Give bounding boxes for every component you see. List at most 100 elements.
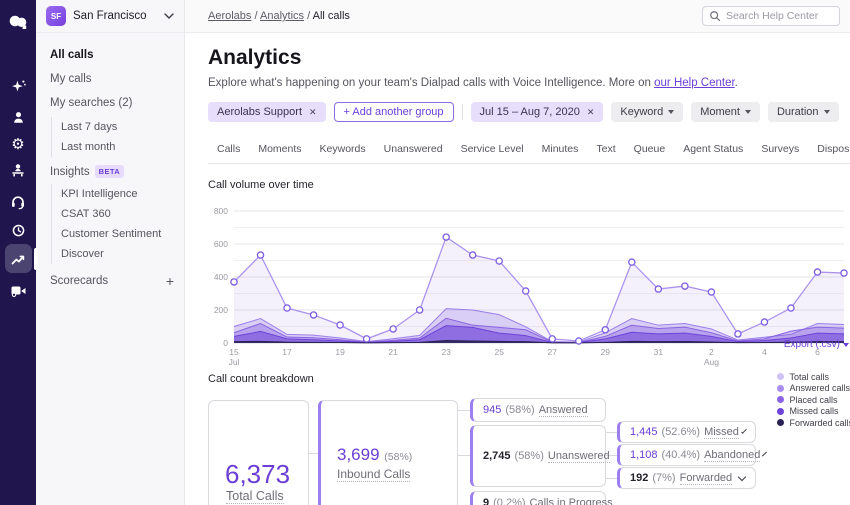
inbound-calls-label[interactable]: Inbound Calls	[337, 467, 411, 482]
forwarded-value: 192	[630, 472, 649, 484]
dialpad-logo-icon[interactable]	[0, 9, 36, 35]
search-icon	[710, 11, 721, 22]
sidebar-item-discover[interactable]: Discover	[61, 244, 174, 264]
inbound-calls-box: 3,699 (58%) Inbound Calls	[318, 400, 458, 505]
call-volume-chart: 0 200 400 600 800 15 Jul 17 19 21 23 25 27 29 31 2 Aug 4 6…	[208, 195, 850, 367]
tab-moments[interactable]: Moments	[249, 136, 310, 163]
sidebar-item-last-7-days[interactable]: Last 7 days	[61, 117, 174, 137]
forwarded-dropdown[interactable]: 192 (7%) Forwarded	[617, 467, 756, 489]
search-placeholder: Search Help Center	[726, 10, 819, 22]
unanswered-value: 2,745	[483, 450, 511, 462]
chevron-down-icon	[744, 110, 751, 114]
svg-text:17: 17	[282, 347, 292, 357]
sidebar-item-my-searches[interactable]: My searches (2)	[50, 91, 174, 115]
breakdown-title: Call count breakdown	[208, 373, 314, 385]
tab-agent-status[interactable]: Agent Status	[674, 136, 752, 163]
support-headset-icon[interactable]	[0, 189, 36, 215]
ai-sparkle-icon[interactable]	[0, 73, 36, 99]
analytics-trend-icon[interactable]	[0, 244, 38, 273]
tab-surveys[interactable]: Surveys	[752, 136, 808, 163]
tab-queue[interactable]: Queue	[625, 136, 675, 163]
svg-text:27: 27	[548, 347, 558, 357]
duration-filter-dropdown[interactable]: Duration	[767, 102, 839, 122]
unanswered-label[interactable]: Unanswered	[547, 450, 610, 463]
chevron-down-icon	[843, 342, 849, 347]
tab-calls[interactable]: Calls	[208, 136, 249, 163]
inbound-calls-value: 3,699	[337, 445, 380, 464]
beta-badge: BETA	[94, 165, 125, 178]
svg-text:0: 0	[223, 338, 228, 348]
filter-divider	[461, 104, 463, 120]
keyword-filter-dropdown[interactable]: Keyword	[611, 102, 684, 122]
meetings-video-icon[interactable]	[0, 278, 36, 304]
answered-box: 945 (58%) Answered	[470, 398, 606, 422]
svg-text:400: 400	[214, 272, 228, 282]
total-calls-value: 6,373	[225, 459, 291, 489]
answered-value: 945	[483, 404, 502, 416]
tab-text[interactable]: Text	[587, 136, 624, 163]
sidebar-item-insights[interactable]: Insights	[50, 166, 90, 178]
tab-unanswered[interactable]: Unanswered	[375, 136, 452, 163]
workspace-selector[interactable]: SF San Francisco	[36, 0, 184, 33]
export-csv-link[interactable]: Export (.csv)	[784, 339, 849, 350]
group-filter-chip[interactable]: Aerolabs Support ✕	[208, 102, 326, 122]
missed-dropdown[interactable]: 1,445 (52.6%) Missed	[617, 421, 756, 443]
progress-label[interactable]: Calls in Progress	[530, 497, 613, 505]
moment-filter-dropdown[interactable]: Moment	[691, 102, 760, 122]
svg-text:600: 600	[214, 239, 228, 249]
calls-in-progress-box: 9 (0.2%) Calls in Progress	[470, 491, 613, 505]
remove-group-filter-icon[interactable]: ✕	[309, 107, 317, 118]
legend-item: Total calls	[777, 371, 850, 383]
coaching-icon[interactable]	[0, 157, 36, 183]
svg-text:25: 25	[494, 347, 504, 357]
funnel-connector	[458, 455, 470, 456]
add-group-button[interactable]: + Add another group	[333, 102, 454, 122]
contacts-icon[interactable]	[0, 104, 36, 130]
chevron-down-icon	[164, 13, 174, 19]
breadcrumb-link-analytics[interactable]: Analytics	[260, 10, 304, 22]
chart-title: Call volume over time	[208, 179, 314, 191]
chevron-down-icon	[668, 110, 675, 114]
date-range-chip[interactable]: Jul 15 – Aug 7, 2020 ✕	[470, 102, 604, 122]
help-search-input[interactable]: Search Help Center	[702, 6, 840, 26]
abandoned-dropdown[interactable]: 1,108 (40.4%) Abandoned	[617, 444, 768, 466]
history-clock-icon[interactable]	[0, 217, 36, 243]
page-description: Explore what's happening on your team's …	[208, 77, 738, 89]
sidebar-item-kpi-intelligence[interactable]: KPI Intelligence	[61, 184, 174, 204]
abandoned-label: Abandoned	[704, 448, 761, 462]
svg-text:19: 19	[335, 347, 345, 357]
tab-service-level[interactable]: Service Level	[452, 136, 533, 163]
sidebar-item-last-month[interactable]: Last month	[61, 137, 174, 157]
settings-gear-icon[interactable]: ⚙	[0, 131, 36, 157]
filter-bar: Aerolabs Support ✕ + Add another group J…	[208, 102, 850, 122]
sidebar-item-my-calls[interactable]: My calls	[50, 67, 174, 91]
svg-text:Aug: Aug	[704, 357, 719, 367]
funnel-connector	[458, 410, 470, 411]
sidebar-item-scorecards[interactable]: Scorecards	[50, 275, 108, 287]
answered-label[interactable]: Answered	[538, 404, 588, 417]
legend-item: Answered calls	[777, 383, 850, 395]
funnel-connector	[309, 453, 318, 454]
breadcrumb-link-aerolabs[interactable]: Aerolabs	[208, 10, 251, 22]
remove-date-filter-icon[interactable]: ✕	[587, 107, 595, 118]
svg-text:23: 23	[441, 347, 451, 357]
svg-text:29: 29	[601, 347, 611, 357]
sidebar-item-customer-sentiment[interactable]: Customer Sentiment	[61, 224, 174, 244]
progress-value: 9	[483, 497, 490, 505]
chevron-down-icon	[762, 451, 768, 456]
tab-keywords[interactable]: Keywords	[311, 136, 375, 163]
svg-text:31: 31	[654, 347, 664, 357]
analytics-tabs: Calls Moments Keywords Unanswered Service Le…	[208, 136, 850, 164]
total-calls-label[interactable]: Total Calls	[226, 489, 284, 504]
sidebar-item-all-calls[interactable]: All calls	[50, 43, 174, 67]
svg-text:200: 200	[214, 305, 228, 315]
missed-value: 1,445	[630, 426, 658, 438]
topbar: Aerolabs / Analytics / All calls Search …	[185, 0, 850, 33]
sidebar-item-csat-360[interactable]: CSAT 360	[61, 204, 174, 224]
main-area: Aerolabs / Analytics / All calls Search …	[185, 0, 850, 505]
tab-minutes[interactable]: Minutes	[533, 136, 588, 163]
chevron-down-icon	[741, 427, 747, 434]
tab-dispositions[interactable]: Dispositions	[808, 136, 850, 163]
add-scorecard-button[interactable]: +	[166, 274, 174, 288]
help-center-link[interactable]: our Help Center	[654, 77, 735, 89]
